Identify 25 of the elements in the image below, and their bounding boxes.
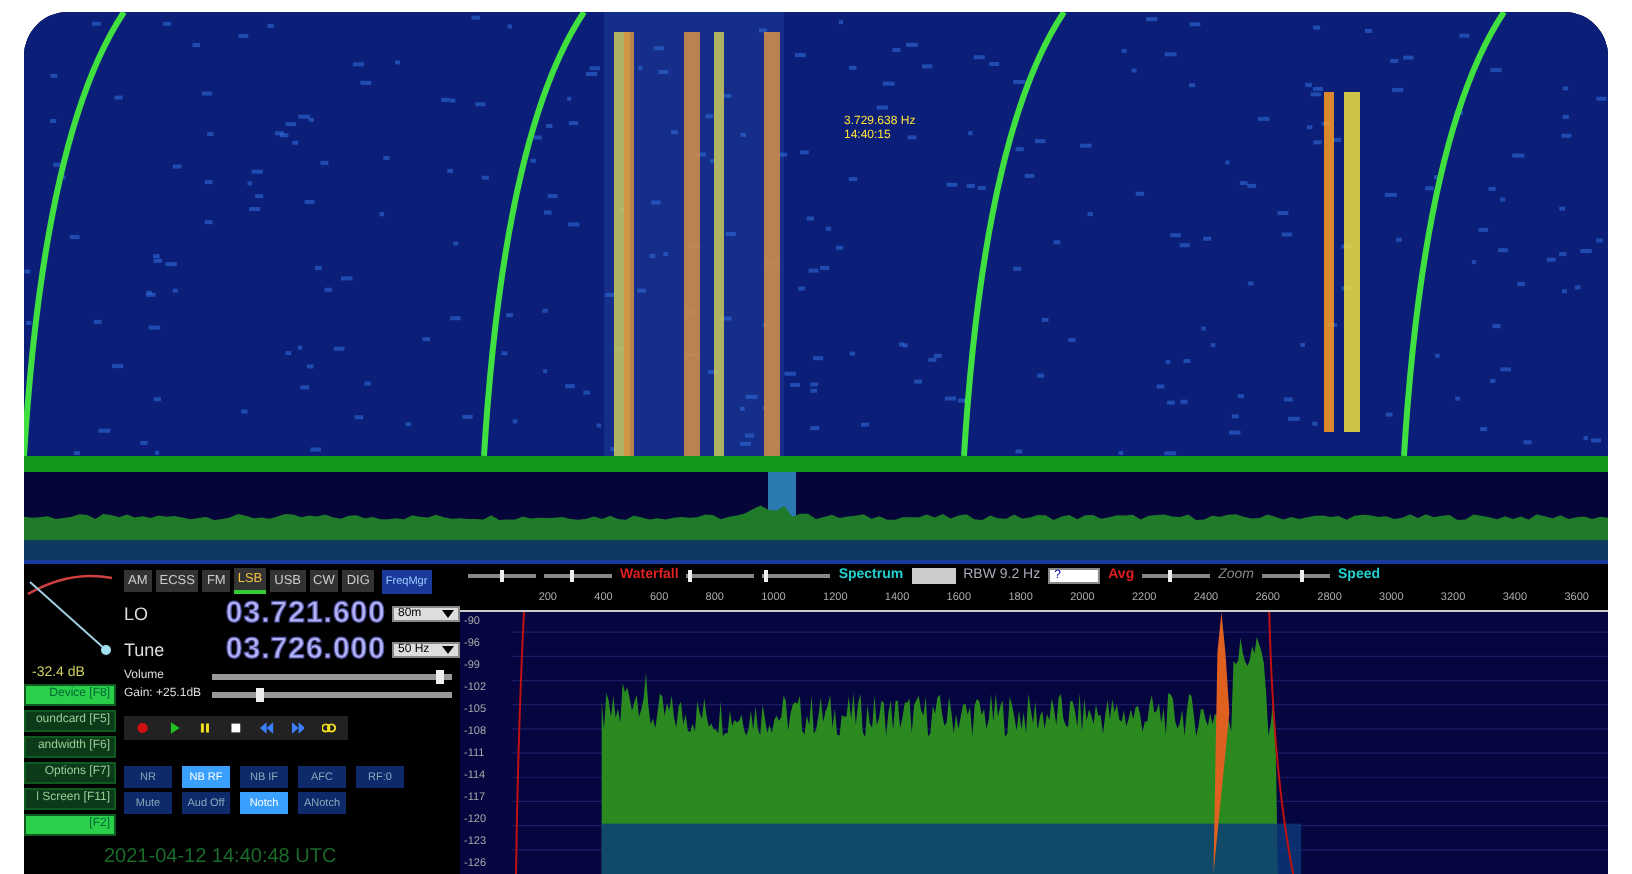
loop-icon[interactable] bbox=[322, 720, 337, 736]
gain-slider[interactable] bbox=[212, 691, 452, 697]
caret-icon bbox=[442, 609, 454, 617]
pause-icon[interactable] bbox=[198, 720, 212, 736]
slider-thumb[interactable] bbox=[1167, 569, 1172, 581]
spin-control[interactable] bbox=[911, 567, 956, 583]
slider-thumb[interactable] bbox=[1300, 569, 1305, 581]
frequency-label: LO bbox=[124, 603, 151, 623]
volume-slider[interactable] bbox=[212, 673, 452, 679]
slider-thumb[interactable] bbox=[256, 687, 264, 701]
stop-icon[interactable] bbox=[229, 720, 243, 736]
filter-edge-line[interactable] bbox=[1268, 612, 1295, 874]
utc-clock: 2021-04-12 14:40:48 UTC bbox=[104, 846, 337, 868]
s-meter-gauge bbox=[26, 570, 114, 658]
slider-thumb[interactable] bbox=[569, 569, 574, 581]
filter-edge-line[interactable] bbox=[515, 612, 525, 874]
play-icon[interactable] bbox=[167, 720, 181, 736]
rewind-icon[interactable] bbox=[260, 720, 274, 736]
forward-icon[interactable] bbox=[291, 720, 305, 736]
tune-frequency: 03.726.000 bbox=[223, 632, 386, 666]
record-icon[interactable] bbox=[136, 720, 150, 736]
lo-frequency: 03.721.600 bbox=[223, 596, 386, 630]
slider-thumb[interactable] bbox=[436, 669, 444, 683]
frequency-label: Tune bbox=[124, 639, 167, 659]
caret-icon bbox=[442, 645, 454, 653]
